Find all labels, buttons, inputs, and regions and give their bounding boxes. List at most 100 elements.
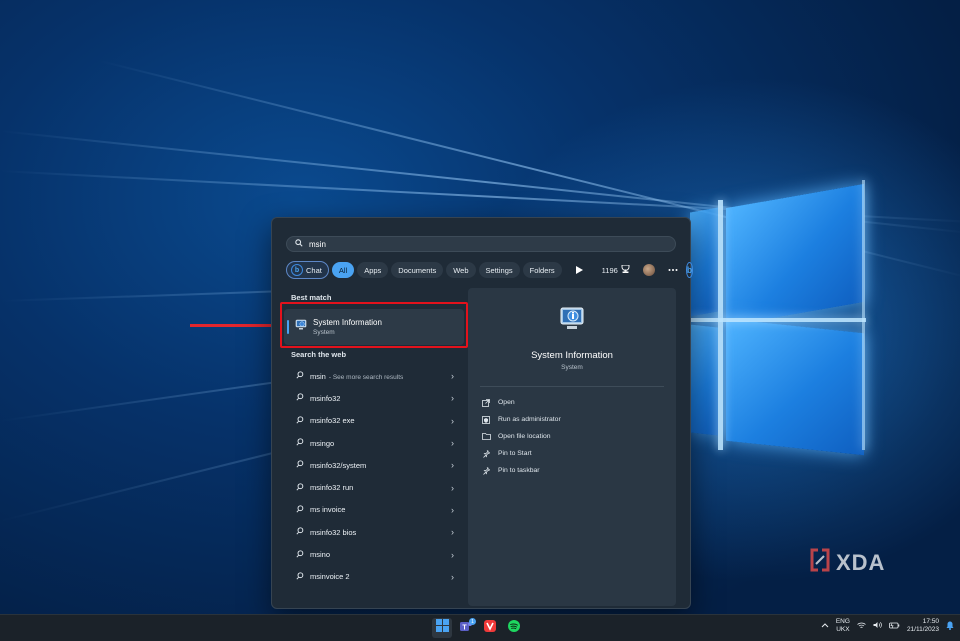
chevron-right-icon: › xyxy=(451,571,454,582)
chevron-right-icon: › xyxy=(451,371,454,382)
chevron-right-icon: › xyxy=(451,393,454,404)
filter-documents[interactable]: Documents xyxy=(391,262,444,278)
chevron-right-icon: › xyxy=(451,549,454,560)
search-icon xyxy=(296,393,304,403)
filter-apps[interactable]: Apps xyxy=(357,262,389,278)
web-suggestion-label: msinfo32 run xyxy=(310,483,354,493)
taskbar-apps: T 1 xyxy=(432,618,524,638)
action-label: Pin to taskbar xyxy=(498,467,540,474)
volume-icon[interactable] xyxy=(873,621,882,631)
filter-chat[interactable]: b Chat xyxy=(286,261,329,279)
chevron-right-icon: › xyxy=(451,527,454,538)
web-suggestion[interactable]: msino › xyxy=(284,543,464,565)
web-suggestion[interactable]: msinfo32/system › xyxy=(284,454,464,476)
bing-icon: b xyxy=(291,264,303,276)
detail-title: System Information xyxy=(531,350,613,361)
trophy-icon xyxy=(621,264,630,275)
language-indicator[interactable]: ENG UKX xyxy=(836,618,850,634)
action-pin-to-start[interactable]: Pin to Start xyxy=(482,445,561,462)
search-web-heading: Search the web xyxy=(291,350,347,359)
search-icon xyxy=(296,438,304,448)
chevron-right-icon: › xyxy=(451,438,454,449)
search-icon xyxy=(296,371,304,381)
action-open-file-location[interactable]: Open file location xyxy=(482,428,561,445)
search-icon xyxy=(296,482,304,493)
web-suggestion-label: ms invoice xyxy=(310,505,346,515)
best-match-heading: Best match xyxy=(291,293,332,302)
rewards-points[interactable]: 1196 xyxy=(597,262,635,278)
chevron-up-icon[interactable] xyxy=(821,622,829,630)
xda-logo-icon xyxy=(810,548,830,577)
filter-all[interactable]: All xyxy=(331,262,355,278)
annotation-highlight-box xyxy=(280,302,468,348)
search-icon xyxy=(296,416,304,426)
teams-app[interactable]: T 1 xyxy=(456,618,476,638)
search-icon xyxy=(296,505,304,515)
web-suggestion[interactable]: msinfo32 exe › xyxy=(284,410,464,432)
system-tray: ENG UKX 17:50 21/11/2023 xyxy=(821,618,954,634)
search-input[interactable] xyxy=(309,239,609,249)
web-suggestion-label: msinfo32 exe xyxy=(310,416,355,426)
web-suggestion[interactable]: msin - See more search results › xyxy=(284,365,464,387)
action-run-as-administrator[interactable]: Run as administrator xyxy=(482,411,561,428)
search-box[interactable] xyxy=(286,236,676,252)
web-suggestion[interactable]: msinfo32 run › xyxy=(284,476,464,498)
windows-logo-icon xyxy=(435,619,449,637)
annotation-arrow-line xyxy=(190,324,274,327)
open-icon xyxy=(482,398,494,407)
filter-web[interactable]: Web xyxy=(446,262,476,278)
web-suggestion-label: msino xyxy=(310,550,331,560)
action-label: Open file location xyxy=(498,433,551,440)
clock[interactable]: 17:50 21/11/2023 xyxy=(907,618,939,634)
notification-badge: 1 xyxy=(469,618,476,625)
web-suggestion-label: msin xyxy=(310,371,326,381)
notification-bell-icon[interactable] xyxy=(946,621,954,632)
taskbar: T 1 ENG UKX 17:50 21/11/2023 xyxy=(0,614,960,641)
svg-text:T: T xyxy=(462,624,467,631)
detail-subtitle: System xyxy=(561,364,583,371)
folder-icon xyxy=(482,433,494,440)
start-button[interactable] xyxy=(432,618,452,638)
web-suggestion[interactable]: msingo › xyxy=(284,432,464,454)
xda-watermark-text: XDA xyxy=(836,549,886,575)
web-suggestion[interactable]: msinvoice 2 › xyxy=(284,566,464,588)
action-pin-to-taskbar[interactable]: Pin to taskbar xyxy=(482,462,561,479)
start-search-panel: b Chat All Apps Documents Web Settings F… xyxy=(271,217,694,609)
spotify-app[interactable] xyxy=(504,618,524,638)
web-suggestion[interactable]: msinfo32 bios › xyxy=(284,521,464,543)
shield-icon xyxy=(482,415,494,424)
web-suggestion-label: msinfo32/system xyxy=(310,460,367,470)
web-suggestion[interactable]: ms invoice › xyxy=(284,499,464,521)
web-suggestions-list: msin - See more search results › msinfo32… xyxy=(284,365,464,588)
vivaldi-icon xyxy=(483,619,497,638)
chevron-right-icon: › xyxy=(451,482,454,493)
action-label: Pin to Start xyxy=(498,450,532,457)
profile-button[interactable] xyxy=(638,262,660,278)
rewards-points-value: 1196 xyxy=(601,265,618,275)
xda-watermark: XDA xyxy=(810,548,885,577)
avatar xyxy=(642,264,655,276)
action-label: Run as administrator xyxy=(498,416,561,423)
divider xyxy=(480,386,664,387)
more-options-icon[interactable] xyxy=(663,262,683,278)
language-code: ENG xyxy=(835,618,850,625)
filter-folders[interactable]: Folders xyxy=(522,262,562,278)
pin-icon xyxy=(482,466,494,475)
search-icon xyxy=(296,527,304,537)
search-icon xyxy=(295,239,303,249)
web-suggestion-label: msingo xyxy=(310,438,335,448)
chevron-right-icon: › xyxy=(451,504,454,515)
vivaldi-app[interactable] xyxy=(480,618,500,638)
clock-time: 17:50 xyxy=(922,618,939,625)
result-detail-pane: System Information System Open Run as ad… xyxy=(468,288,676,606)
spotify-icon xyxy=(507,619,521,638)
battery-icon[interactable] xyxy=(889,622,900,631)
web-suggestion[interactable]: msinfo32 › xyxy=(284,387,464,409)
web-suggestion-label: msinfo32 bios xyxy=(310,527,357,537)
filter-chat-label: Chat xyxy=(306,265,322,275)
more-filters-play-icon[interactable] xyxy=(571,262,588,278)
action-open[interactable]: Open xyxy=(482,394,561,411)
web-suggestion-label: msinvoice 2 xyxy=(310,572,350,582)
filter-settings[interactable]: Settings xyxy=(478,262,520,278)
wifi-icon[interactable] xyxy=(857,622,866,631)
